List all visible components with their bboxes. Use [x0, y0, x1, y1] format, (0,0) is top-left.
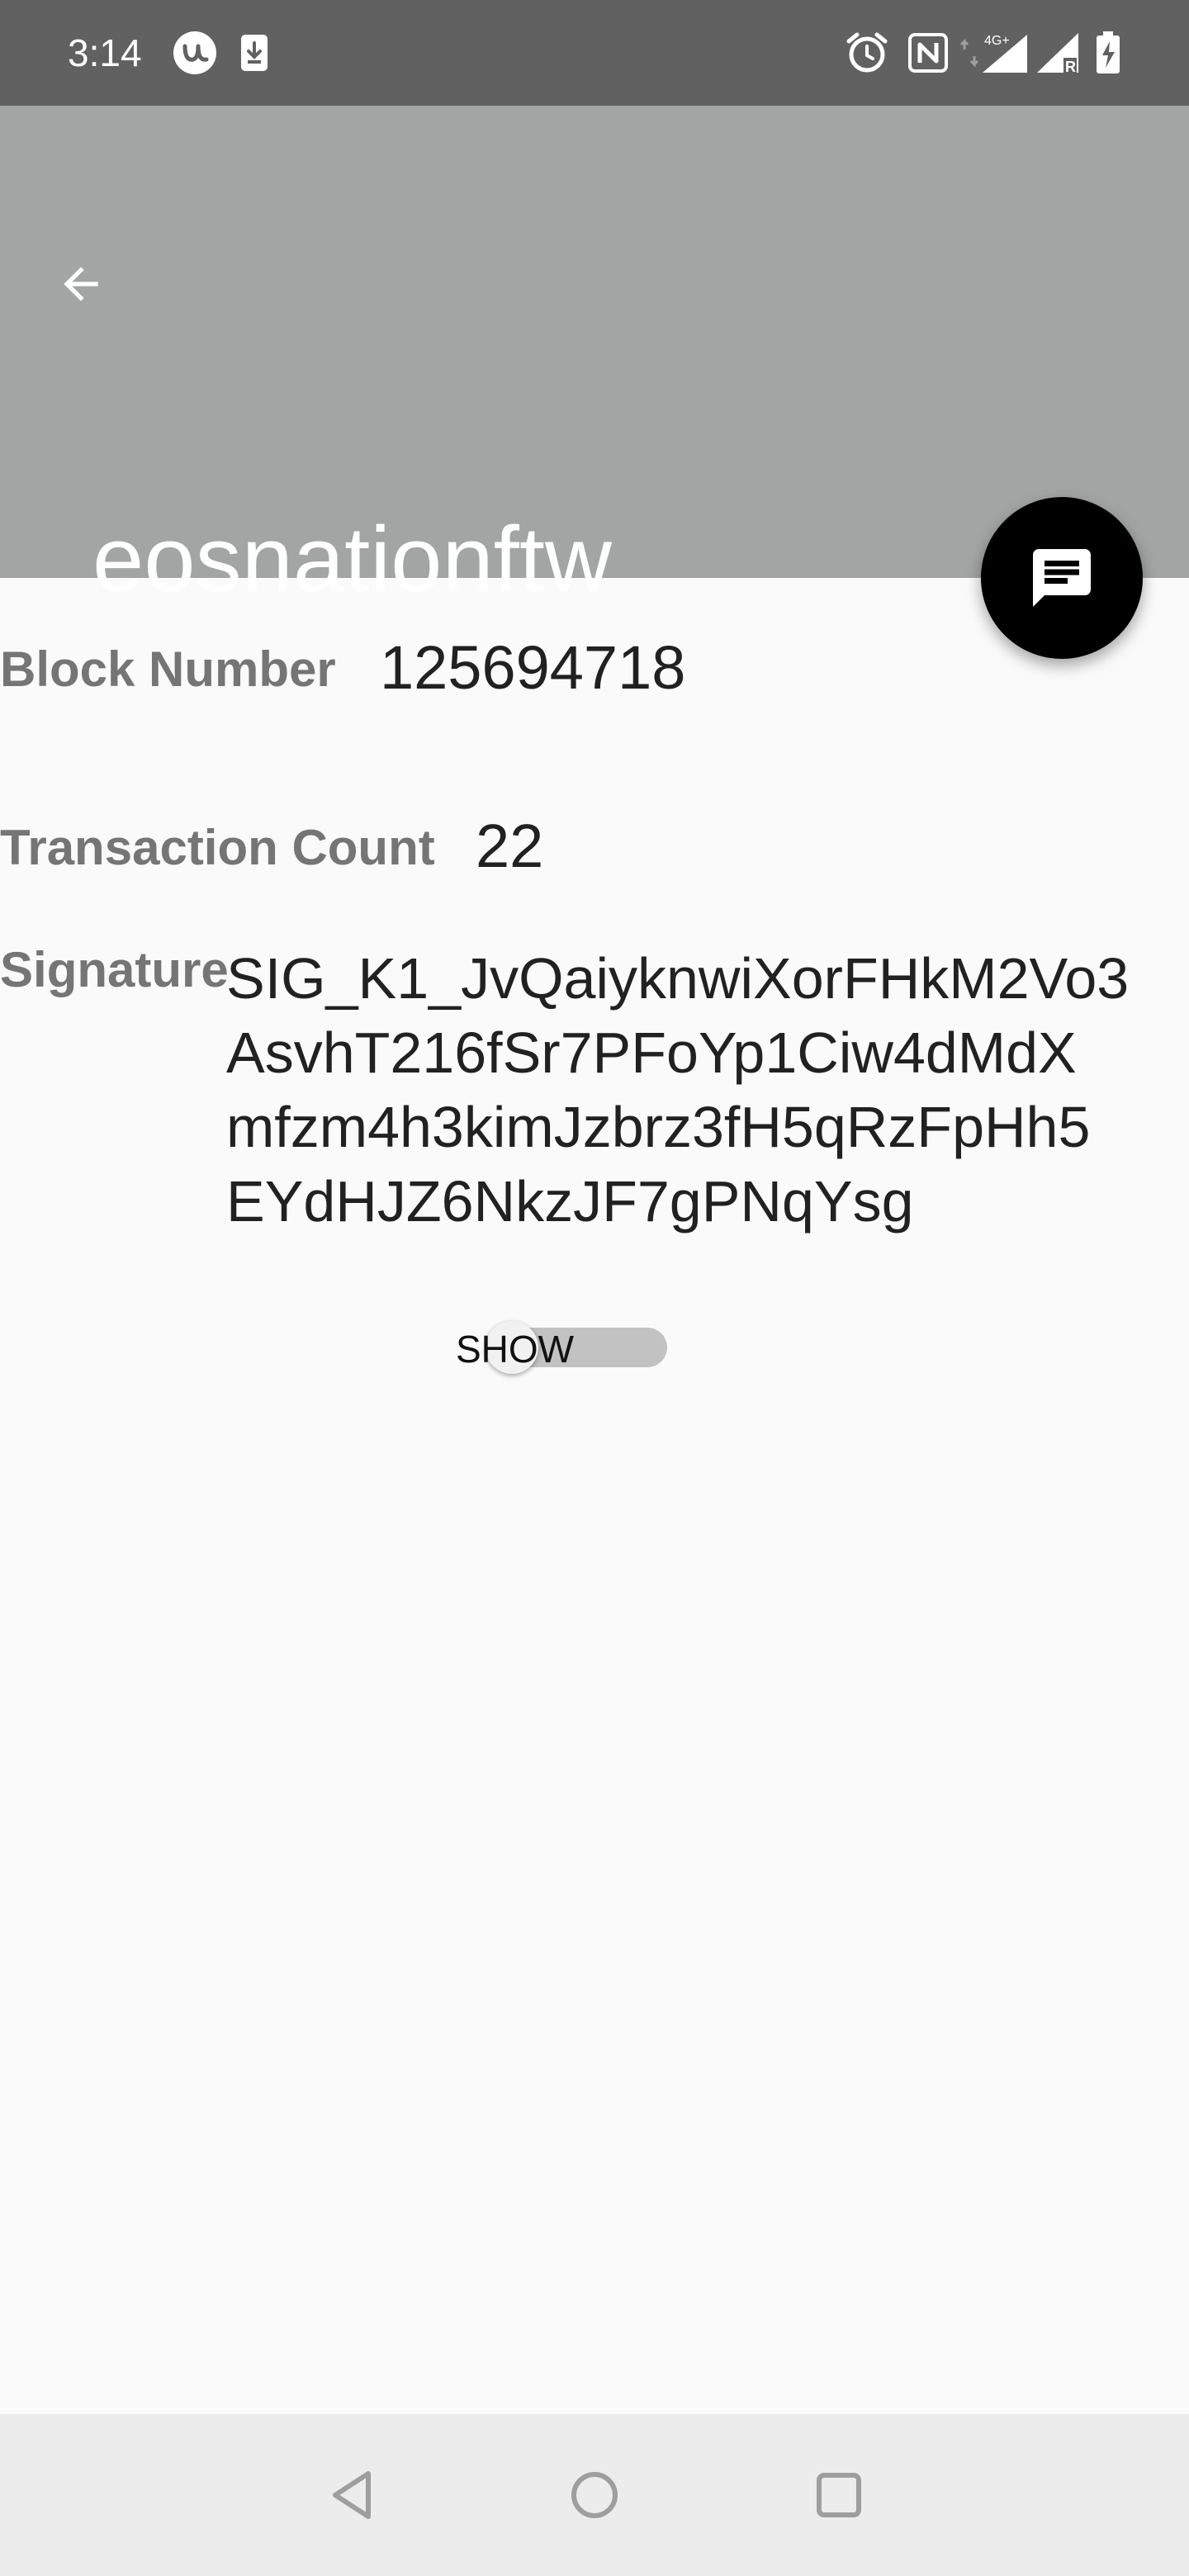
nav-back-button[interactable] — [320, 2462, 386, 2528]
roaming-label: R — [1065, 59, 1076, 75]
nav-home-button[interactable] — [561, 2462, 628, 2528]
show-signature-switch[interactable]: SHOW — [454, 1318, 677, 1384]
home-circle-icon — [571, 2472, 618, 2518]
switch-label: SHOW — [456, 1328, 575, 1371]
recents-square-icon — [817, 2473, 861, 2517]
signature-line: SIG_K1_JvQaiyknwiXorFHkM2Vo3 — [226, 946, 1130, 1011]
status-time: 3:14 — [68, 31, 142, 74]
signature-value: SIG_K1_JvQaiyknwiXorFHkM2Vo3 AsvhT216fSr… — [226, 941, 1189, 1238]
back-triangle-icon — [333, 2471, 371, 2519]
page-title: eosnationftw — [92, 508, 612, 611]
arrow-back-icon — [64, 267, 98, 301]
block-number-label: Block Number — [0, 642, 336, 697]
block-number-value: 125694718 — [380, 633, 686, 702]
status-bar: 3:14 4G+ R — [0, 0, 1189, 106]
navigation-bar — [0, 2414, 1189, 2576]
message-fab-button[interactable] — [981, 497, 1143, 659]
signature-line: EYdHJZ6NkzJF7gPNqYsg — [226, 1169, 914, 1234]
app-bar: eosnationftw — [0, 106, 1189, 611]
signature-label: Signature — [0, 942, 229, 997]
signature-line: AsvhT216fSr7PFoYp1Ciw4dMdX — [226, 1020, 1077, 1085]
alarm-icon — [844, 30, 890, 76]
nav-recents-button[interactable] — [806, 2462, 872, 2528]
u-app-icon — [172, 30, 218, 76]
signature-line: mfzm4h3kimJzbrz3fH5qRzFpHh5 — [226, 1095, 1091, 1159]
data-arrows-icon — [958, 30, 981, 76]
nfc-icon — [905, 30, 951, 76]
transaction-count-label: Transaction Count — [0, 820, 435, 875]
message-icon — [1033, 549, 1091, 607]
signal-roaming-icon: R — [1035, 30, 1082, 76]
battery-charging-icon — [1092, 30, 1125, 76]
network-label: 4G+ — [984, 34, 1010, 48]
back-button[interactable] — [43, 246, 119, 322]
signal-4g-icon: 4G+ — [979, 30, 1032, 76]
transaction-count-value: 22 — [476, 812, 544, 880]
download-icon — [231, 30, 277, 76]
